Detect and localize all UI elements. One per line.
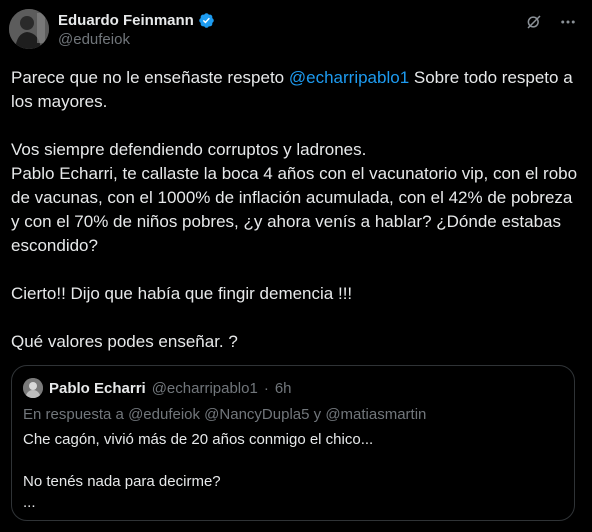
quoted-tweet[interactable]: Pablo Echarri @echarripablo1 · 6h En res… (11, 365, 575, 521)
avatar-photo (9, 9, 49, 49)
tweet-paragraph-3: Pablo Echarri, te callaste la boca 4 año… (11, 164, 578, 255)
quoted-author-display-name[interactable]: Pablo Echarri (49, 380, 146, 397)
quoted-author-handle[interactable]: @echarripablo1 (152, 380, 258, 397)
quoted-tweet-text: Che cagón, vivió más de 20 años conmigo … (23, 429, 563, 513)
reply-prefix: En respuesta a (23, 406, 129, 423)
more-options-icon[interactable] (558, 12, 578, 32)
tweet-top-actions (524, 12, 578, 32)
grok-icon[interactable] (524, 12, 544, 32)
quoted-text-line-3: ... (23, 494, 36, 511)
quoted-text-line-1: Che cagón, vivió más de 20 años conmigo … (23, 431, 374, 448)
quoted-timestamp[interactable]: 6h (275, 380, 292, 397)
quoted-reply-context: En respuesta a @edufeiok @NancyDupla5 y … (23, 406, 426, 423)
tweet-paragraph-4: Cierto!! Dijo que había que fingir demen… (11, 284, 353, 303)
quoted-tweet-header: Pablo Echarri @echarripablo1 · 6h (23, 378, 292, 398)
author-display-name[interactable]: Eduardo Feinmann (58, 12, 194, 29)
quoted-text-line-2: No tenés nada para decirme? (23, 473, 221, 490)
author-handle[interactable]: @edufeiok (58, 31, 215, 48)
tweet-text: Parece que no le enseñaste respeto @echa… (11, 66, 581, 354)
reply-and: y (309, 406, 326, 423)
author-info: Eduardo Feinmann @edufeiok (58, 10, 215, 48)
tweet-paragraph-5: Qué valores podes enseñar. ? (11, 332, 238, 351)
reply-mention-last[interactable]: @matiasmartin (325, 406, 426, 423)
author-name-row: Eduardo Feinmann (58, 10, 215, 30)
tweet-paragraph-1: Parece que no le enseñaste respeto @echa… (11, 66, 581, 114)
tweet-text-line1-prefix: Parece que no le enseñaste respeto (11, 68, 289, 87)
quoted-separator: · (263, 379, 269, 397)
mention-link[interactable]: @echarripablo1 (289, 68, 409, 87)
reply-mentions[interactable]: @edufeiok @NancyDupla5 (128, 406, 309, 423)
author-avatar[interactable] (9, 9, 49, 49)
verified-badge-icon[interactable] (198, 12, 215, 29)
tweet: Eduardo Feinmann @edufeiok Parece que no… (0, 0, 592, 532)
tweet-paragraph-2: Vos siempre defendiendo corruptos y ladr… (11, 140, 367, 159)
quoted-author-avatar[interactable] (23, 378, 43, 398)
